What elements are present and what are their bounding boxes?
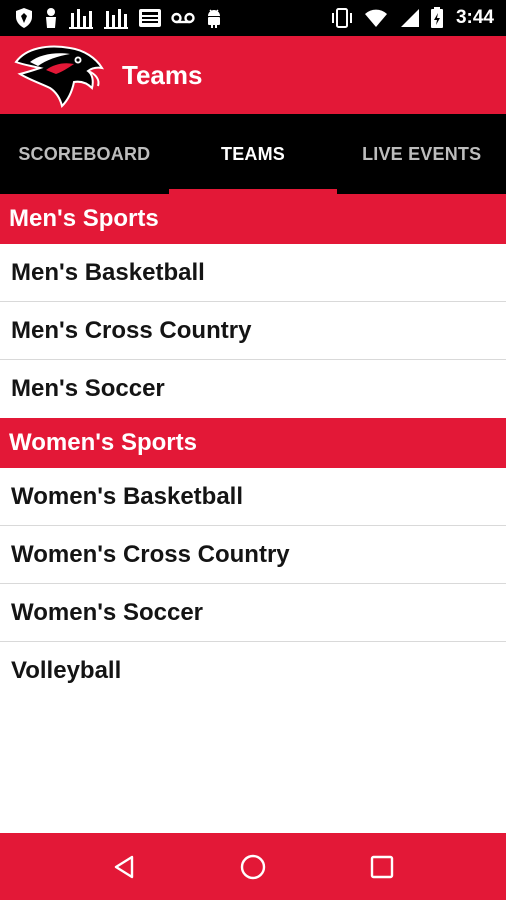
tab-bar: SCOREBOARD TEAMS LIVE EVENTS [0,114,506,194]
news-icon [138,7,162,29]
tab-teams[interactable]: TEAMS [168,114,338,194]
clock: 3:44 [455,7,494,28]
list-item-mens-cross-country[interactable]: Men's Cross Country [0,302,506,360]
notification-icons [0,7,224,29]
stats-icon [68,7,94,29]
list-item-womens-basketball[interactable]: Women's Basketball [0,468,506,526]
battery-icon [430,7,444,29]
wifi-icon [364,8,388,28]
navigation-bar [0,833,506,900]
list-item-mens-basketball[interactable]: Men's Basketball [0,244,506,302]
list-item-womens-cross-country[interactable]: Women's Cross Country [0,526,506,584]
teams-list: Men's Sports Men's Basketball Men's Cros… [0,194,506,700]
home-icon[interactable] [223,837,283,897]
back-icon[interactable] [94,837,154,897]
recents-icon[interactable] [352,837,412,897]
list-item-mens-soccer[interactable]: Men's Soccer [0,360,506,418]
page-title: Teams [122,59,203,90]
person-icon [43,7,59,29]
section-header-mens-sports: Men's Sports [0,194,506,244]
signal-icon [398,8,420,28]
status-bar: 3:44 [0,0,506,36]
voicemail-icon [171,11,195,25]
system-icons: 3:44 [330,7,506,29]
android-icon [204,7,224,29]
stats-icon-2 [103,7,129,29]
tab-live-events[interactable]: LIVE EVENTS [337,114,506,194]
tab-scoreboard[interactable]: SCOREBOARD [0,114,169,194]
hawk-logo [12,40,104,110]
shield-icon [14,7,34,29]
list-item-volleyball[interactable]: Volleyball [0,642,506,700]
section-header-womens-sports: Women's Sports [0,418,506,468]
app-bar: Teams [0,36,506,114]
vibrate-icon [330,7,354,29]
list-item-womens-soccer[interactable]: Women's Soccer [0,584,506,642]
